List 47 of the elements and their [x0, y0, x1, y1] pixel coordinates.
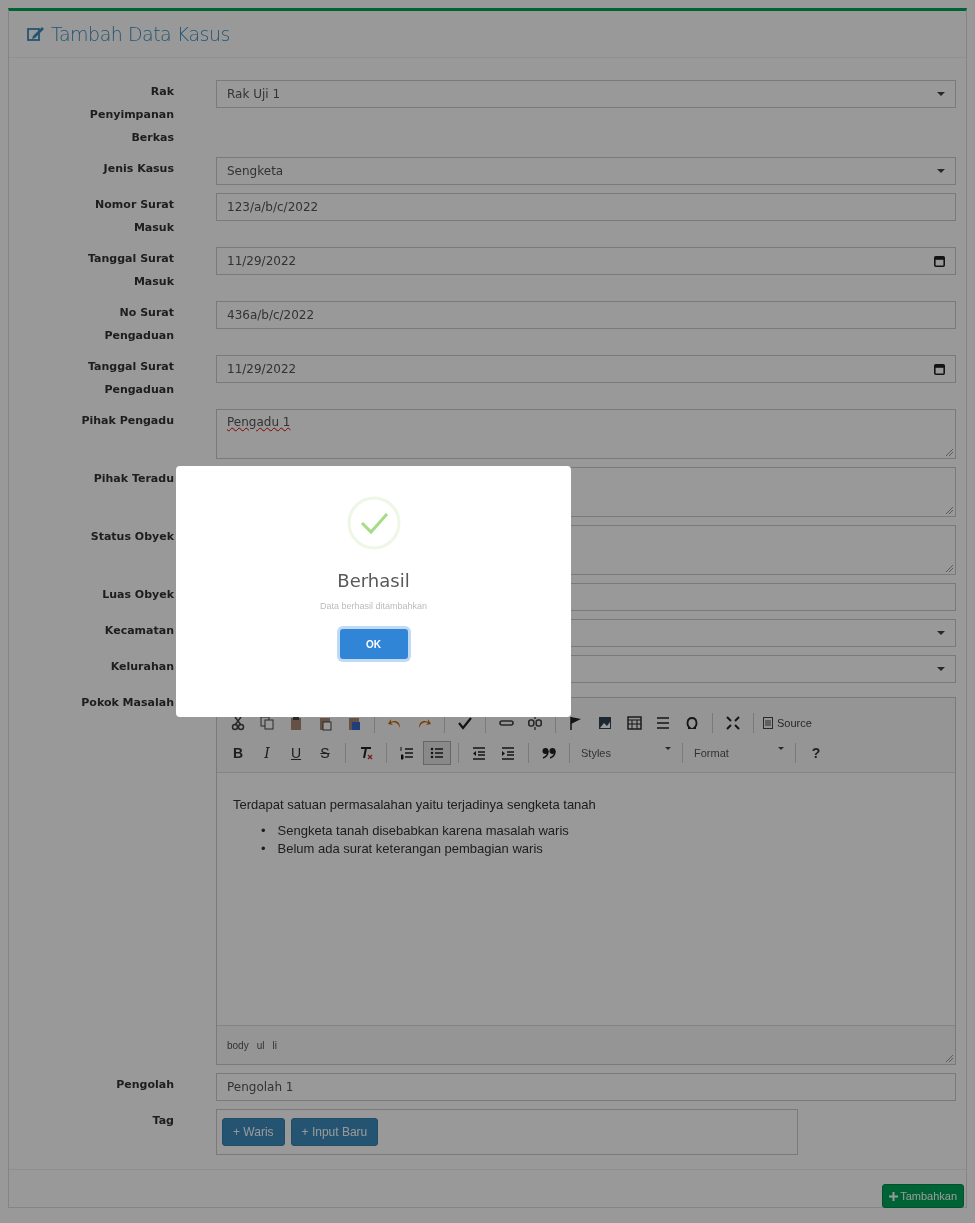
field-label: Tag: [151, 1113, 174, 1129]
add-button[interactable]: Tambahkan: [882, 1184, 964, 1208]
field-label: Luas Obyek: [101, 587, 174, 603]
field-label: Status Obyek: [89, 529, 174, 545]
source-button[interactable]: Source: [761, 712, 814, 734]
bullet-marker: •: [261, 822, 266, 840]
element-path-item[interactable]: body: [227, 1039, 249, 1051]
underline-button[interactable]: U: [283, 742, 309, 764]
ok-button[interactable]: OK: [339, 629, 408, 659]
field-label: Pengolah: [115, 1077, 174, 1093]
bold-button[interactable]: B: [225, 742, 251, 764]
bullet-item: Belum ada surat keterangan pembagian waris: [277, 840, 543, 858]
help-button[interactable]: ?: [803, 742, 829, 764]
field-label: Nomor Surat Masuk: [94, 197, 174, 236]
field-label: Jenis Kasus: [102, 161, 174, 177]
strike-button[interactable]: S: [312, 742, 338, 764]
field-label: Pokok Masalah: [80, 695, 174, 711]
input-field[interactable]: Pengolah 1: [216, 1073, 956, 1101]
select-field[interactable]: Rak Uji 1: [216, 80, 956, 108]
input-field[interactable]: 123/a/b/c/2022: [216, 193, 956, 221]
field-label: Kecamatan: [103, 623, 174, 639]
field-label: Tanggal Surat Masuk: [87, 251, 174, 290]
select-field[interactable]: Sengketa: [216, 157, 956, 185]
bullet-item: Sengketa tanah disebabkan karena masalah waris: [277, 822, 569, 840]
field-label: No Surat Pengaduan: [103, 305, 174, 344]
tag-button[interactable]: + Input Baru: [290, 1118, 379, 1146]
bullet-marker: •: [261, 840, 266, 858]
element-path-item[interactable]: ul: [256, 1039, 265, 1051]
date-field[interactable]: 11/29/2022: [216, 355, 956, 383]
panel-title: Tambah Data Kasus: [51, 23, 230, 45]
paragraph: Terdapat satuan permasalahan yaitu terjadinya sengketa tanah: [233, 797, 597, 812]
field-label: Kelurahan: [109, 659, 174, 675]
editor-content-area[interactable]: Terdapat satuan permasalahan yaitu terjadinya sengketa tanah • Sengketa tanah disebabkan karena masalah waris • Belum ada surat keterangan pembagian waris: [217, 772, 955, 1026]
date-field[interactable]: 11/29/2022: [216, 247, 956, 275]
dialog-title: Berhasil: [337, 570, 410, 591]
field-label: Tanggal Surat Pengaduan: [87, 359, 174, 398]
styles-dropdown[interactable]: Styles: [577, 747, 675, 759]
text-area[interactable]: Pengadu 1: [216, 409, 956, 459]
field-label: Rak Penyimpanan Berkas: [88, 84, 174, 146]
field-label: Pihak Pengadu: [80, 413, 174, 429]
format-dropdown[interactable]: Format: [690, 747, 788, 759]
element-path-item[interactable]: li: [272, 1039, 277, 1051]
dialog-message: Data berhasil ditambahkan: [319, 601, 428, 611]
italic-button[interactable]: I: [254, 742, 280, 764]
field-label: Pihak Teradu: [92, 471, 174, 487]
tag-button[interactable]: + Waris: [222, 1118, 285, 1146]
input-field[interactable]: 436a/b/c/2022: [216, 301, 956, 329]
